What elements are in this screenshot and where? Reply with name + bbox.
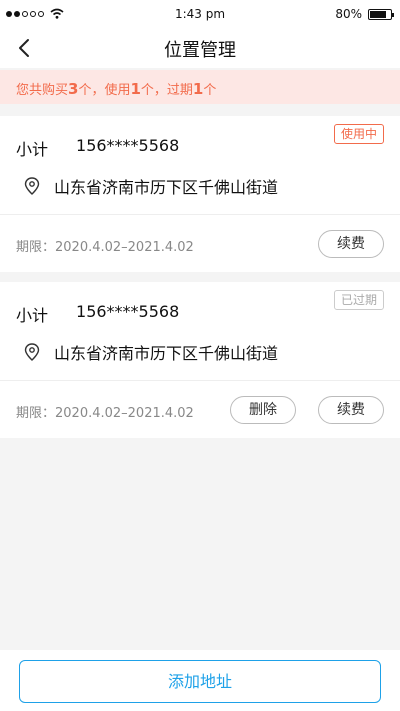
contact-name: 小计 (16, 140, 49, 159)
location-pin-icon (24, 343, 40, 361)
contact-row: 小计 156****5568 (16, 302, 179, 326)
address-row: 山东省济南市历下区千佛山街道 (24, 340, 278, 364)
summary-sep-used: 个，使用 (78, 83, 131, 98)
address-row: 山东省济南市历下区千佛山街道 (24, 174, 278, 198)
battery-percent: 80% (335, 7, 362, 21)
bottom-bar: 添加地址 (0, 650, 400, 711)
card-divider (0, 214, 400, 215)
add-address-button[interactable]: 添加地址 (19, 660, 381, 703)
status-badge-active: 使用中 (333, 124, 384, 144)
summary-sep-expired: 个，过期 (140, 83, 193, 98)
nav-bar: 位置管理 (0, 28, 400, 68)
address-text: 山东省济南市历下区千佛山街道 (54, 344, 279, 363)
contact-phone: 156****5568 (76, 302, 180, 321)
renew-button[interactable]: 续费 (318, 396, 384, 424)
battery-icon (368, 8, 394, 20)
validity-period: 期限：2020.4.02–2021.4.02 (16, 240, 194, 255)
summary-suffix: 个 (203, 83, 217, 98)
delete-button[interactable]: 删除 (230, 396, 296, 424)
location-pin-icon (24, 177, 40, 195)
summary-prefix: 您共购买 (16, 83, 69, 98)
contact-row: 小计 156****5568 (16, 136, 179, 160)
purchased-count: 3 (68, 80, 79, 98)
battery-group: 80% (335, 7, 394, 21)
purchase-summary-banner: 您共购买3个，使用1个，过期1个 (0, 70, 400, 104)
page-title: 位置管理 (164, 40, 236, 61)
validity-period: 期限：2020.4.02–2021.4.02 (16, 406, 194, 421)
contact-phone: 156****5568 (76, 136, 180, 155)
location-card: 小计 156****5568 使用中 山东省济南市历下区千佛山街道 期限：202… (0, 116, 400, 272)
status-bar: 1:43 pm 80% (0, 0, 400, 28)
contact-name: 小计 (16, 306, 49, 325)
status-badge-expired: 已过期 (333, 290, 384, 310)
expired-count: 1 (192, 80, 204, 98)
renew-button[interactable]: 续费 (318, 230, 384, 258)
location-card: 小计 156****5568 已过期 山东省济南市历下区千佛山街道 期限：202… (0, 282, 400, 438)
address-text: 山东省济南市历下区千佛山街道 (54, 178, 279, 197)
used-count: 1 (130, 80, 141, 98)
card-divider (0, 380, 400, 381)
